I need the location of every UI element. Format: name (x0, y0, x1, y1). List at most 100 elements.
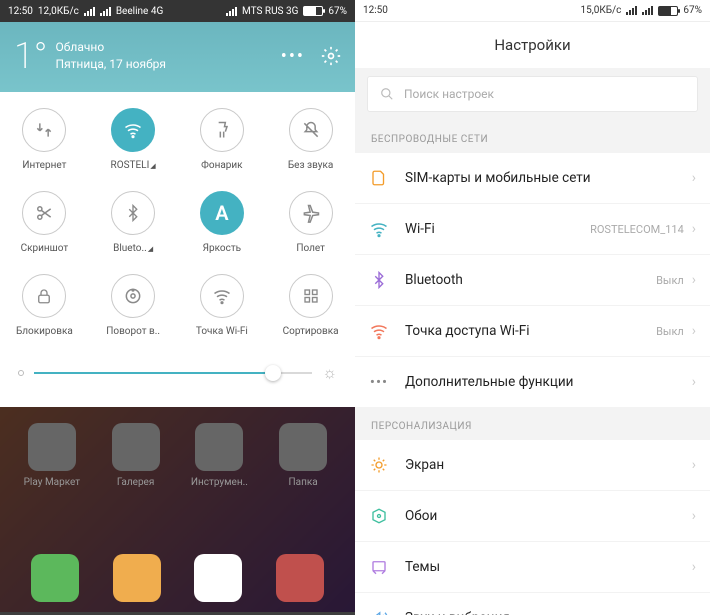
settings-row-label: Звук и вибрация (405, 610, 692, 615)
quick-settings-panel: Интернет ROSTELI ◢ Фонарик Без звука Скриншо… (0, 92, 355, 407)
signal-icon (226, 7, 237, 16)
settings-row-sound[interactable]: Звук и вибрация› (355, 593, 710, 615)
qs-toggle-bright[interactable]: AЯркость (183, 191, 261, 254)
qs-label: Точка Wi-Fi (196, 326, 248, 337)
status-speed: 15,0КБ/с (581, 5, 622, 16)
plane-icon (289, 191, 333, 235)
weather-temp: 1° (14, 38, 48, 74)
app-icon[interactable]: Инструмен.. (184, 423, 254, 488)
weather-condition: Облачно (56, 39, 166, 56)
search-placeholder: Поиск настроек (404, 87, 494, 101)
app-icon[interactable]: Галерея (101, 423, 171, 488)
wifi-icon (369, 219, 389, 239)
qs-label: Интернет (22, 160, 66, 171)
brightness-slider[interactable]: ☼ (0, 357, 355, 397)
app-box-icon (112, 423, 160, 471)
wireless-list: SIM-карты и мобильные сети›Wi-FiROSTELEC… (355, 153, 710, 407)
dock-phone-icon[interactable] (31, 554, 79, 602)
dock-browser-icon[interactable] (194, 554, 242, 602)
status-bar: 12:50 15,0КБ/с 67% (355, 0, 710, 22)
settings-row-label: Темы (405, 559, 692, 575)
app-icon[interactable]: Папка (268, 423, 338, 488)
qs-toggle-plane[interactable]: Полет (272, 191, 350, 254)
status-battery: 67% (683, 5, 702, 16)
qs-label: Без звука (288, 160, 333, 171)
weather-header[interactable]: 1° Облачно Пятница, 17 ноября ••• (0, 22, 355, 92)
status-carrier: Beeline 4G (116, 6, 163, 17)
bt-icon (369, 270, 389, 290)
flash-icon (200, 108, 244, 152)
settings-row-wifi[interactable]: Wi-FiROSTELECOM_114 › (355, 204, 710, 255)
section-personal-title: ПЕРСОНАЛИЗАЦИЯ (355, 407, 710, 440)
qs-label: Поворот в.. (106, 326, 160, 337)
app-box-icon (28, 423, 76, 471)
qs-toggle-bt[interactable]: Blueto.. ◢ (94, 191, 172, 254)
chevron-right-icon: › (692, 610, 696, 615)
qs-label: Сортировка (283, 326, 339, 337)
qs-toggle-flash[interactable]: Фонарик (183, 108, 261, 171)
qs-toggle-rotate[interactable]: Поворот в.. (94, 274, 172, 337)
qs-toggle-wifi[interactable]: ROSTELI ◢ (94, 108, 172, 171)
qs-toggle-grid[interactable]: Сортировка (272, 274, 350, 337)
home-screen: Play Маркет Галерея Инструмен.. Папка (0, 407, 355, 612)
more-icon[interactable]: ••• (281, 46, 305, 67)
chevron-right-icon: › (692, 221, 696, 237)
qs-label: Blueto.. ◢ (113, 243, 153, 254)
qs-toggle-lock[interactable]: Блокировка (5, 274, 83, 337)
app-label: Play Маркет (24, 477, 81, 488)
status-carrier: MTS RUS 3G (242, 6, 298, 17)
app-label: Галерея (117, 477, 154, 488)
settings-row-bt[interactable]: BluetoothВыкл› (355, 255, 710, 306)
qs-label: Скриншот (21, 243, 69, 254)
settings-row-wall[interactable]: Обои› (355, 491, 710, 542)
search-icon (380, 87, 394, 101)
rotate-icon (111, 274, 155, 318)
dock-camera-icon[interactable] (276, 554, 324, 602)
settings-row-label: Wi-Fi (405, 221, 590, 237)
hotspot-icon (369, 321, 389, 341)
wifi-icon (111, 108, 155, 152)
chevron-right-icon: › (692, 508, 696, 524)
dock-messages-icon[interactable] (113, 554, 161, 602)
status-bar: 12:50 12,0КБ/с Beeline 4G MTS RUS 3G 67% (0, 0, 355, 22)
settings-icon[interactable] (321, 46, 341, 67)
hotspot-icon (200, 274, 244, 318)
status-speed: 12,0КБ/с (38, 6, 79, 17)
signal-icon (642, 6, 653, 15)
qs-label: ROSTELI ◢ (111, 160, 156, 171)
settings-row-value: ROSTELECOM_114 (590, 223, 684, 236)
brightness-max-icon: ☼ (322, 363, 337, 383)
lock-icon (22, 274, 66, 318)
settings-row-label: SIM-карты и мобильные сети (405, 170, 692, 186)
settings-row-label: Точка доступа Wi-Fi (405, 323, 656, 339)
search-input[interactable]: Поиск настроек (367, 76, 698, 112)
phone-quicksettings: 12:50 12,0КБ/с Beeline 4G MTS RUS 3G 67%… (0, 0, 355, 615)
signal-icon (84, 7, 95, 16)
settings-row-display[interactable]: Экран› (355, 440, 710, 491)
section-wireless-title: БЕСПРОВОДНЫЕ СЕТИ (355, 120, 710, 153)
status-time: 12:50 (363, 5, 388, 16)
qs-label: Фонарик (201, 160, 242, 171)
qs-toggle-mute[interactable]: Без звука (272, 108, 350, 171)
app-icon[interactable]: Play Маркет (17, 423, 87, 488)
qs-label: Блокировка (16, 326, 73, 337)
app-label: Папка (289, 477, 318, 488)
settings-row-label: Bluetooth (405, 272, 656, 288)
chevron-right-icon: › (692, 272, 696, 288)
settings-row-label: Обои (405, 508, 692, 524)
settings-row-sim[interactable]: SIM-карты и мобильные сети› (355, 153, 710, 204)
signal-icon (100, 7, 111, 16)
settings-row-themes[interactable]: Темы› (355, 542, 710, 593)
qs-toggle-hotspot[interactable]: Точка Wi-Fi (183, 274, 261, 337)
qs-toggle-sync[interactable]: Интернет (5, 108, 83, 171)
settings-row-hotspot[interactable]: Точка доступа Wi-FiВыкл› (355, 306, 710, 357)
settings-row-value: Выкл (656, 325, 684, 338)
qs-toggle-scissors[interactable]: Скриншот (5, 191, 83, 254)
settings-row-more[interactable]: •••Дополнительные функции› (355, 357, 710, 407)
wall-icon (369, 506, 389, 526)
qs-label: Яркость (203, 243, 241, 254)
grid-icon (289, 274, 333, 318)
weather-date: Пятница, 17 ноября (56, 56, 166, 73)
signal-icon (626, 6, 637, 15)
qs-label: Полет (296, 243, 325, 254)
